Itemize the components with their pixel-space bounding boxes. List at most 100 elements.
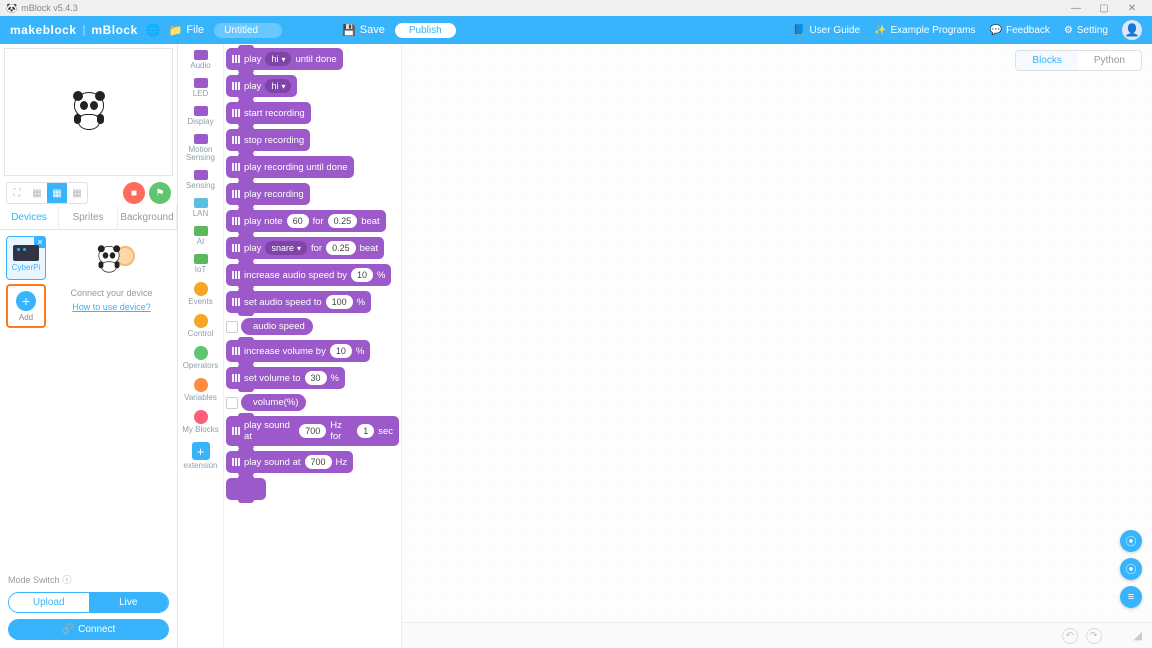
block-increase-volume[interactable]: increase volume by10% (226, 340, 370, 362)
toggle-python[interactable]: Python (1078, 51, 1141, 70)
tab-background[interactable]: Background (118, 206, 177, 229)
block-play[interactable]: playhi (226, 75, 297, 97)
blocks-palette[interactable]: playhiuntil done playhi start recording … (224, 44, 402, 648)
file-menu[interactable]: 📁File (169, 24, 204, 37)
block-set-speed[interactable]: set audio speed to100% (226, 291, 371, 313)
info-icon[interactable]: ⓘ (63, 573, 72, 586)
category-led[interactable]: LED (178, 76, 223, 100)
reporter-audio-speed[interactable]: audio speed (226, 318, 399, 335)
category-ai[interactable]: AI (178, 224, 223, 248)
category-color-icon (194, 78, 208, 88)
category-control[interactable]: Control (178, 312, 223, 340)
script-canvas[interactable]: Blocks Python ⦿ ⦿ ≡ ↶ ↷ ◢ (402, 44, 1152, 648)
category-color-icon (194, 170, 208, 180)
close-window-button[interactable]: ✕ (1118, 3, 1146, 14)
toggle-blocks[interactable]: Blocks (1016, 51, 1077, 70)
project-title-input[interactable]: Untitled (214, 23, 282, 38)
code-mode-toggle: Blocks Python (1015, 50, 1142, 71)
tab-devices[interactable]: Devices (0, 206, 59, 229)
mode-live[interactable]: Live (89, 593, 169, 612)
category-label: AI (197, 238, 205, 246)
main-area: ⛶ ▦ ▦ ▦ ■ ⚑ Devices Sprites Background ×… (0, 44, 1152, 648)
category-my-blocks[interactable]: My Blocks (178, 408, 223, 436)
category-label: Operators (183, 362, 219, 370)
feedback-link[interactable]: 💬Feedback (990, 25, 1050, 36)
reporter-checkbox[interactable] (226, 321, 238, 333)
zoom-fit-button[interactable]: ≡ (1120, 586, 1142, 608)
language-icon[interactable]: 🌐 (146, 23, 161, 37)
link-icon: 🔗 (62, 624, 74, 635)
stage-grid-large-button[interactable]: ▦ (67, 183, 87, 203)
category-motion-sensing[interactable]: Motion Sensing (178, 132, 223, 164)
category-sensing[interactable]: Sensing (178, 168, 223, 192)
stage-grid-small-button[interactable]: ▦ (27, 183, 47, 203)
undo-button[interactable]: ↶ (1062, 628, 1078, 644)
category-color-icon (194, 254, 208, 264)
device-name-label: CyberPi (12, 263, 40, 272)
block-play-until-done[interactable]: playhiuntil done (226, 48, 343, 70)
category-lan[interactable]: LAN (178, 196, 223, 220)
category-variables[interactable]: Variables (178, 376, 223, 404)
category-extension[interactable]: +extension (178, 440, 223, 472)
brand-mblock: mBlock (91, 23, 137, 37)
reporter-volume[interactable]: volume(%) (226, 394, 399, 411)
book-icon: 📘 (793, 25, 805, 36)
user-avatar[interactable]: 👤 (1122, 20, 1142, 40)
block-play-recording-until-done[interactable]: play recording until done (226, 156, 354, 178)
sprite-tabs: Devices Sprites Background (0, 206, 177, 230)
block-increase-speed[interactable]: increase audio speed by10% (226, 264, 391, 286)
block-play-sound-hz-for[interactable]: play sound at700Hz for1sec (226, 416, 399, 446)
category-audio[interactable]: Audio (178, 48, 223, 72)
add-device-button[interactable]: + Add (6, 284, 46, 328)
mode-upload[interactable]: Upload (9, 593, 89, 612)
category-label: IoT (195, 266, 207, 274)
example-programs-link[interactable]: ✨Example Programs (874, 25, 975, 36)
block-play-drum[interactable]: playsnarefor0.25beat (226, 237, 384, 259)
device-cyberpi-card[interactable]: × CyberPi (6, 236, 46, 280)
category-events[interactable]: Events (178, 280, 223, 308)
stage-fullscreen-button[interactable]: ⛶ (7, 183, 27, 203)
stop-button[interactable]: ■ (123, 182, 145, 204)
panda-sprite[interactable] (71, 92, 107, 132)
block-start-recording[interactable]: start recording (226, 102, 311, 124)
zoom-out-button[interactable]: ⦿ (1120, 558, 1142, 580)
publish-button[interactable]: Publish (395, 23, 456, 38)
user-guide-link[interactable]: 📘User Guide (793, 25, 860, 36)
stage[interactable] (4, 48, 173, 176)
maximize-button[interactable]: ▢ (1090, 3, 1118, 14)
save-button[interactable]: 💾Save (342, 24, 385, 37)
stage-grid-med-button[interactable]: ▦ (47, 183, 67, 203)
how-to-use-link[interactable]: How to use device? (72, 302, 151, 312)
minimize-button[interactable]: — (1062, 3, 1090, 14)
go-flag-button[interactable]: ⚑ (149, 182, 171, 204)
category-label: Audio (190, 62, 210, 70)
category-color-icon (194, 378, 208, 392)
tab-sprites[interactable]: Sprites (59, 206, 118, 229)
brand-makeblock: makeblock (10, 23, 77, 37)
block-play-recording[interactable]: play recording (226, 183, 310, 205)
category-color-icon (194, 106, 208, 116)
category-display[interactable]: Display (178, 104, 223, 128)
os-titlebar: 🐼 mBlock v5.4.3 — ▢ ✕ (0, 0, 1152, 16)
category-label: Variables (184, 394, 217, 402)
connect-hint: Connect your device (70, 288, 152, 298)
category-iot[interactable]: IoT (178, 252, 223, 276)
resize-handle[interactable]: ◢ (1134, 629, 1142, 642)
category-label: Display (187, 118, 213, 126)
canvas-footer: ↶ ↷ ◢ (402, 622, 1152, 648)
connect-button[interactable]: 🔗Connect (8, 619, 169, 640)
block-set-volume[interactable]: set volume to30% (226, 367, 345, 389)
category-operators[interactable]: Operators (178, 344, 223, 372)
block-play-sound-hz[interactable]: play sound at700Hz (226, 451, 353, 473)
mode-switch-toggle[interactable]: Upload Live (8, 592, 169, 613)
redo-button[interactable]: ↷ (1086, 628, 1102, 644)
setting-link[interactable]: ⚙Setting (1064, 25, 1108, 36)
block-partial-bottom[interactable] (226, 478, 266, 500)
reporter-checkbox[interactable] (226, 397, 238, 409)
zoom-in-button[interactable]: ⦿ (1120, 530, 1142, 552)
sparkle-icon: ✨ (874, 25, 886, 36)
block-stop-recording[interactable]: stop recording (226, 129, 310, 151)
category-color-icon (194, 346, 208, 360)
connect-illustration (87, 240, 137, 284)
block-play-note[interactable]: play note60for0.25beat (226, 210, 386, 232)
